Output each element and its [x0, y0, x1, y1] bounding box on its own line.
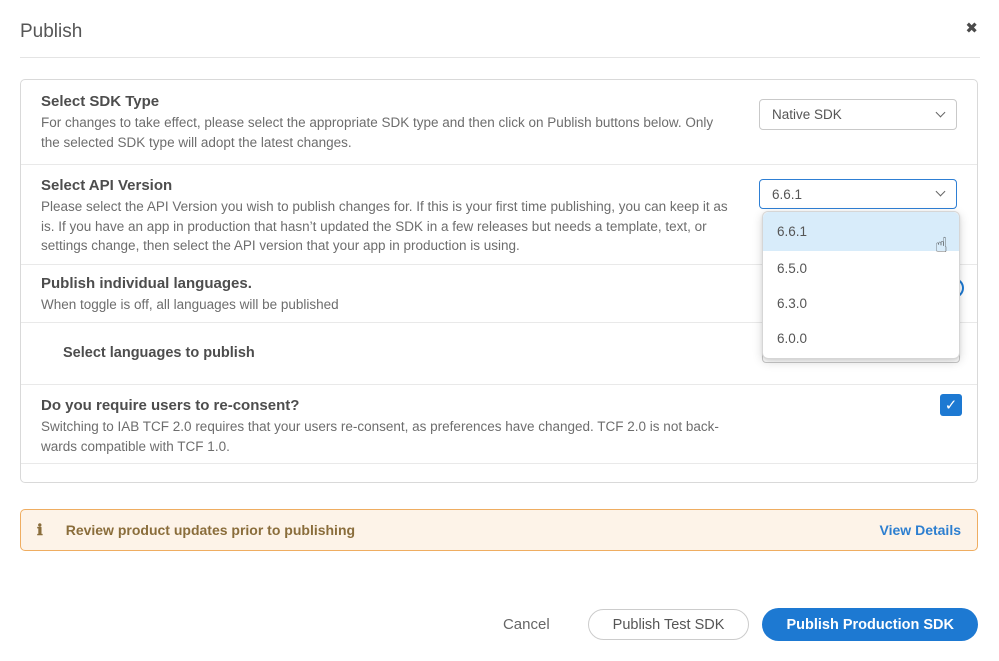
individual-languages-text: Publish individual languages. When toggl…: [41, 275, 759, 322]
individual-languages-heading: Publish individual languages.: [41, 275, 741, 292]
reconsent-description: Switching to IAB TCF 2.0 requires that y…: [41, 417, 741, 456]
api-version-heading: Select API Version: [41, 177, 741, 194]
api-version-select[interactable]: 6.6.1: [759, 179, 957, 209]
section-sdk-type: Select SDK Type For changes to take effe…: [21, 80, 977, 164]
close-icon[interactable]: ✖: [965, 19, 978, 37]
reconsent-text: Do you require users to re-consent? Swit…: [41, 397, 759, 463]
api-version-description: Please select the API Version you wish t…: [41, 197, 741, 256]
individual-languages-description: When toggle is off, all languages will b…: [41, 295, 741, 315]
sdk-type-select[interactable]: Native SDK: [759, 99, 957, 130]
info-icon: ℹ: [37, 521, 43, 539]
sdk-type-select-value: Native SDK: [772, 107, 842, 122]
chevron-down-icon: [936, 187, 946, 197]
reconsent-heading: Do you require users to re-consent?: [41, 397, 741, 414]
view-details-link[interactable]: View Details: [880, 522, 961, 538]
banner-text: Review product updates prior to publishi…: [66, 522, 880, 538]
sdk-type-description: For changes to take effect, please selec…: [41, 113, 741, 152]
publish-test-sdk-button[interactable]: Publish Test SDK: [588, 609, 750, 640]
dropdown-option[interactable]: 6.6.1: [763, 212, 959, 251]
title-divider: [20, 57, 980, 58]
api-version-select-value: 6.6.1: [772, 187, 802, 202]
section-bottom-strip: [21, 463, 977, 482]
api-version-dropdown-list: 6.6.1 6.5.0 6.3.0 6.0.0: [762, 211, 960, 359]
reconsent-control: [759, 397, 957, 463]
publish-modal: Publish ✖ Select SDK Type For changes to…: [0, 0, 999, 661]
publish-production-sdk-button[interactable]: Publish Production SDK: [762, 608, 978, 641]
dropdown-option[interactable]: 6.3.0: [763, 286, 959, 321]
dropdown-option[interactable]: 6.0.0: [763, 321, 959, 356]
modal-footer: Cancel Publish Test SDK Publish Producti…: [0, 608, 978, 641]
cancel-button[interactable]: Cancel: [503, 616, 550, 633]
page-title: Publish: [20, 21, 82, 43]
dropdown-option[interactable]: 6.5.0: [763, 251, 959, 286]
select-languages-heading: Select languages to publish: [63, 345, 741, 361]
chevron-down-icon: [936, 107, 946, 117]
reconsent-checkbox[interactable]: ✓: [940, 394, 962, 416]
info-banner: ℹ Review product updates prior to publis…: [20, 509, 978, 551]
sdk-type-control: Native SDK: [759, 93, 957, 164]
select-languages-text: Select languages to publish: [41, 345, 759, 384]
sdk-type-heading: Select SDK Type: [41, 93, 741, 110]
api-version-text: Select API Version Please select the API…: [41, 177, 759, 264]
sdk-type-text: Select SDK Type For changes to take effe…: [41, 93, 759, 164]
section-reconsent: Do you require users to re-consent? Swit…: [21, 384, 977, 463]
